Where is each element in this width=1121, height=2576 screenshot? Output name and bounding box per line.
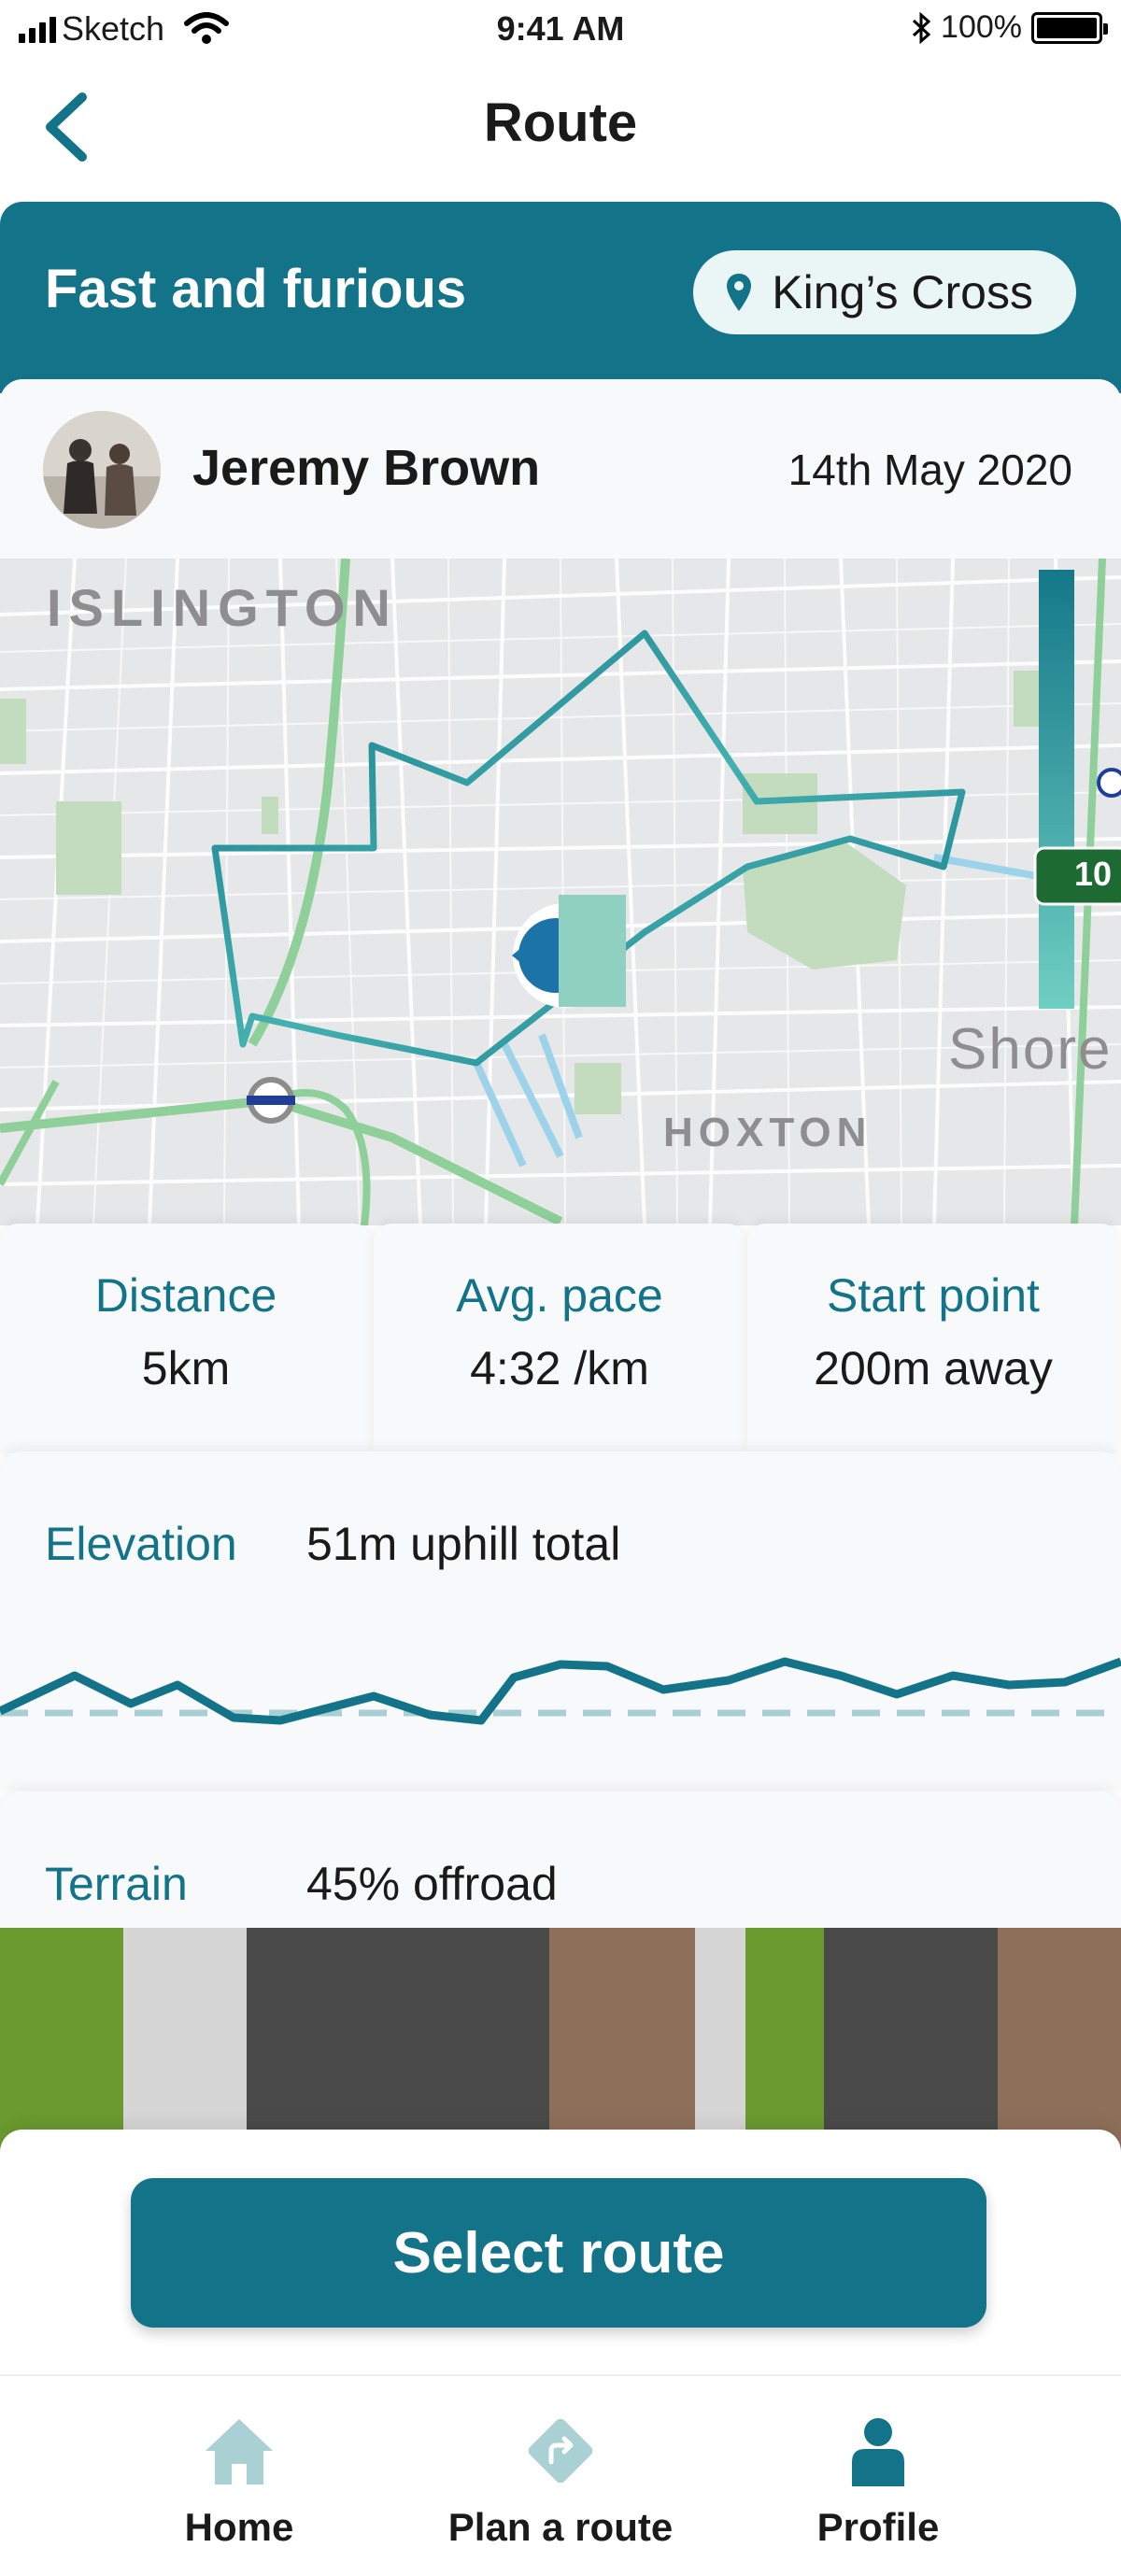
stat-start-point: Start point 200m away bbox=[747, 1224, 1119, 1453]
action-area: Select route bbox=[0, 2130, 1121, 2374]
nav-header: Route bbox=[0, 62, 1121, 202]
tab-bar: Home Plan a route Profile bbox=[0, 2374, 1121, 2576]
tab-plan-route[interactable]: Plan a route bbox=[420, 2413, 701, 2550]
status-right: 100% bbox=[911, 9, 1108, 46]
route-date: 14th May 2020 bbox=[788, 446, 1072, 494]
map-label-islington: ISLINGTON bbox=[47, 578, 398, 637]
tab-label: Home bbox=[184, 2505, 294, 2549]
route-header: Fast and furious King’s Cross bbox=[0, 202, 1121, 393]
stat-pace: Avg. pace 4:32 /km bbox=[374, 1224, 745, 1453]
terrain-label: Terrain bbox=[45, 1858, 188, 1910]
stat-value: 5km bbox=[141, 1342, 231, 1394]
route-name: Fast and furious bbox=[45, 259, 467, 319]
tab-label: Plan a route bbox=[447, 2505, 674, 2549]
profile-icon bbox=[852, 2418, 904, 2486]
elevation-section: Elevation 51m uphill total bbox=[0, 1451, 1121, 1790]
author-row: Jeremy Brown 14th May 2020 bbox=[0, 379, 1121, 559]
directions-icon bbox=[528, 2418, 593, 2484]
road-marker: 10 bbox=[1074, 855, 1112, 893]
map-canvas: 10 bbox=[0, 559, 1121, 1225]
map-label-shoreditch: Shore bbox=[948, 1017, 1113, 1082]
avatar[interactable] bbox=[43, 411, 161, 529]
location-pill[interactable]: King’s Cross bbox=[693, 250, 1076, 334]
stat-distance: Distance 5km bbox=[0, 1224, 372, 1453]
location-pin-icon bbox=[727, 274, 752, 311]
avatar-photo bbox=[43, 411, 161, 529]
terrain-value: 45% offroad bbox=[306, 1858, 558, 1910]
author-name: Jeremy Brown bbox=[192, 440, 541, 496]
page-title: Route bbox=[483, 92, 638, 153]
bluetooth-icon bbox=[913, 11, 931, 44]
elevation-graph bbox=[0, 1657, 1121, 1725]
home-icon bbox=[206, 2419, 273, 2484]
tab-label: Profile bbox=[816, 2505, 940, 2549]
location-label: King’s Cross bbox=[772, 266, 1033, 318]
map-label-hoxton: HOXTON bbox=[663, 1110, 873, 1155]
terrain-section: Terrain 45% offroad bbox=[0, 1791, 1121, 2165]
route-map[interactable]: 10 ISLINGTON HOXTON Shore bbox=[0, 559, 1121, 1225]
tab-home[interactable]: Home bbox=[99, 2413, 379, 2550]
tab-profile[interactable]: Profile bbox=[738, 2413, 1018, 2550]
battery-percent: 100% bbox=[941, 9, 1022, 45]
select-route-button[interactable]: Select route bbox=[131, 2178, 986, 2328]
route-card: Fast and furious King’s Cross Jeremy Bro… bbox=[0, 202, 1121, 2425]
stat-value: 200m away bbox=[814, 1342, 1053, 1394]
elevation-value: 51m uphill total bbox=[306, 1518, 621, 1570]
stat-label: Start point bbox=[827, 1269, 1040, 1322]
status-bar: Sketch 9:41 AM 100% bbox=[0, 0, 1121, 62]
stat-value: 4:32 /km bbox=[470, 1342, 649, 1394]
route-stats: Distance 5km Avg. pace 4:32 /km Start po… bbox=[0, 1224, 1121, 1453]
elevation-label: Elevation bbox=[45, 1518, 237, 1570]
battery-icon bbox=[1031, 11, 1108, 44]
stat-label: Distance bbox=[94, 1269, 277, 1322]
stat-label: Avg. pace bbox=[456, 1269, 663, 1322]
